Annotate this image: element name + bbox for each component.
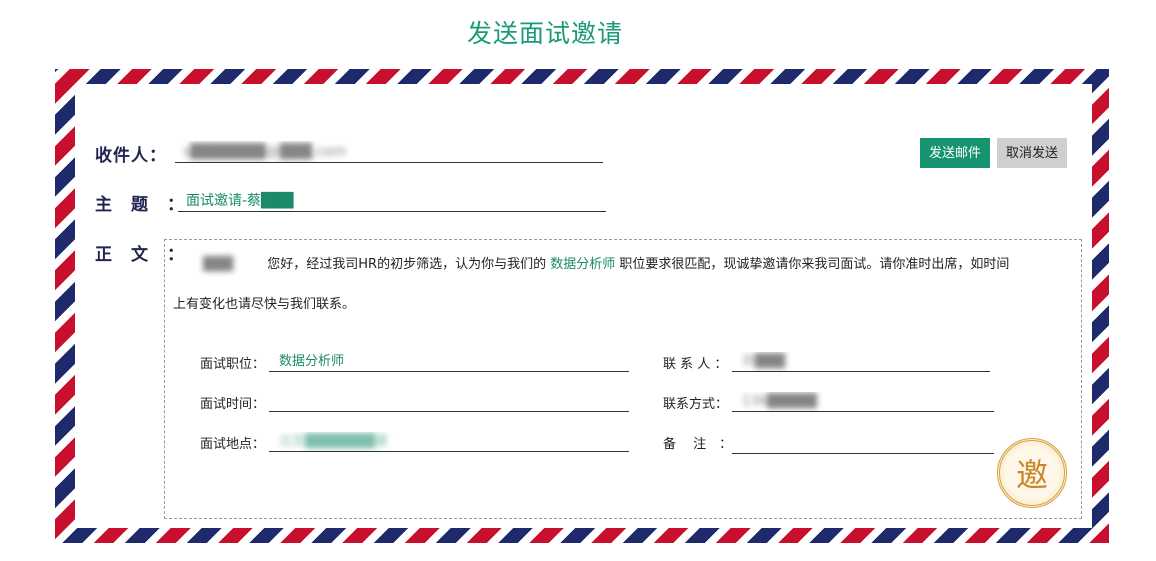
letter-line-2: 上有变化也请尽快与我们联系。 <box>173 297 356 312</box>
seal-char: 邀 <box>1015 456 1048 494</box>
cancel-send-button[interactable]: 取消发送 <box>997 138 1067 168</box>
body-editor[interactable]: ███ 您好，经过我司HR的初步筛选，认为你与我们的 数据分析师 职位要求很匹配… <box>164 239 1082 519</box>
send-email-button[interactable]: 发送邮件 <box>920 138 990 168</box>
interview-position-field[interactable]: 数据分析师 <box>269 352 629 372</box>
recipient-input[interactable]: s███████@███.com <box>175 141 603 163</box>
contact-person-value: 刘███ <box>742 354 785 369</box>
greeting-name: ███ <box>203 257 233 272</box>
letter-line-1: ███ 您好，经过我司HR的初步筛选，认为你与我们的 数据分析师 职位要求很匹配… <box>203 253 1009 272</box>
interview-place-label: 面试地点： <box>200 437 266 452</box>
position-highlight: 数据分析师 <box>550 257 616 272</box>
note-field[interactable] <box>732 434 994 454</box>
note-label: 备 注 ： <box>663 437 733 452</box>
interview-time-label: 面试时间： <box>200 397 266 412</box>
letter-sheet: 收件人： s███████@███.com 主 题 ： 面试邀请-蔡███ 发送… <box>75 84 1092 528</box>
contact-phone-field[interactable]: 136█████ <box>732 392 994 412</box>
letter-text-after: 职位要求很匹配，现诚挚邀请你来我司面试。请你准时出席，如时间 <box>619 257 1010 272</box>
letter-text-before: 您好，经过我司HR的初步筛选，认为你与我们的 <box>267 257 547 272</box>
recipient-label: 收件人： <box>95 146 167 166</box>
interview-position-label: 面试职位： <box>200 357 266 372</box>
invitation-seal-icon: 邀 <box>997 438 1067 508</box>
subject-input[interactable]: 面试邀请-蔡███ <box>178 190 606 212</box>
contact-phone-value: 136█████ <box>742 394 817 409</box>
interview-place-value: 北京███████厦 <box>279 434 388 449</box>
page-title: 发送面试邀请 <box>466 19 623 48</box>
contact-person-label: 联 系 人 ： <box>663 357 728 372</box>
contact-person-field[interactable]: 刘███ <box>732 352 990 372</box>
interview-position-value: 数据分析师 <box>279 354 345 369</box>
contact-phone-label: 联系方式： <box>663 397 729 412</box>
subject-value: 面试邀请-蔡███ <box>186 193 294 209</box>
airmail-envelope-border: 收件人： s███████@███.com 主 题 ： 面试邀请-蔡███ 发送… <box>55 69 1109 543</box>
interview-place-field[interactable]: 北京███████厦 <box>269 432 629 452</box>
recipient-value: s███████@███.com <box>183 144 347 160</box>
interview-time-field[interactable] <box>269 392 629 412</box>
subject-label: 主 题 ： <box>95 195 185 215</box>
